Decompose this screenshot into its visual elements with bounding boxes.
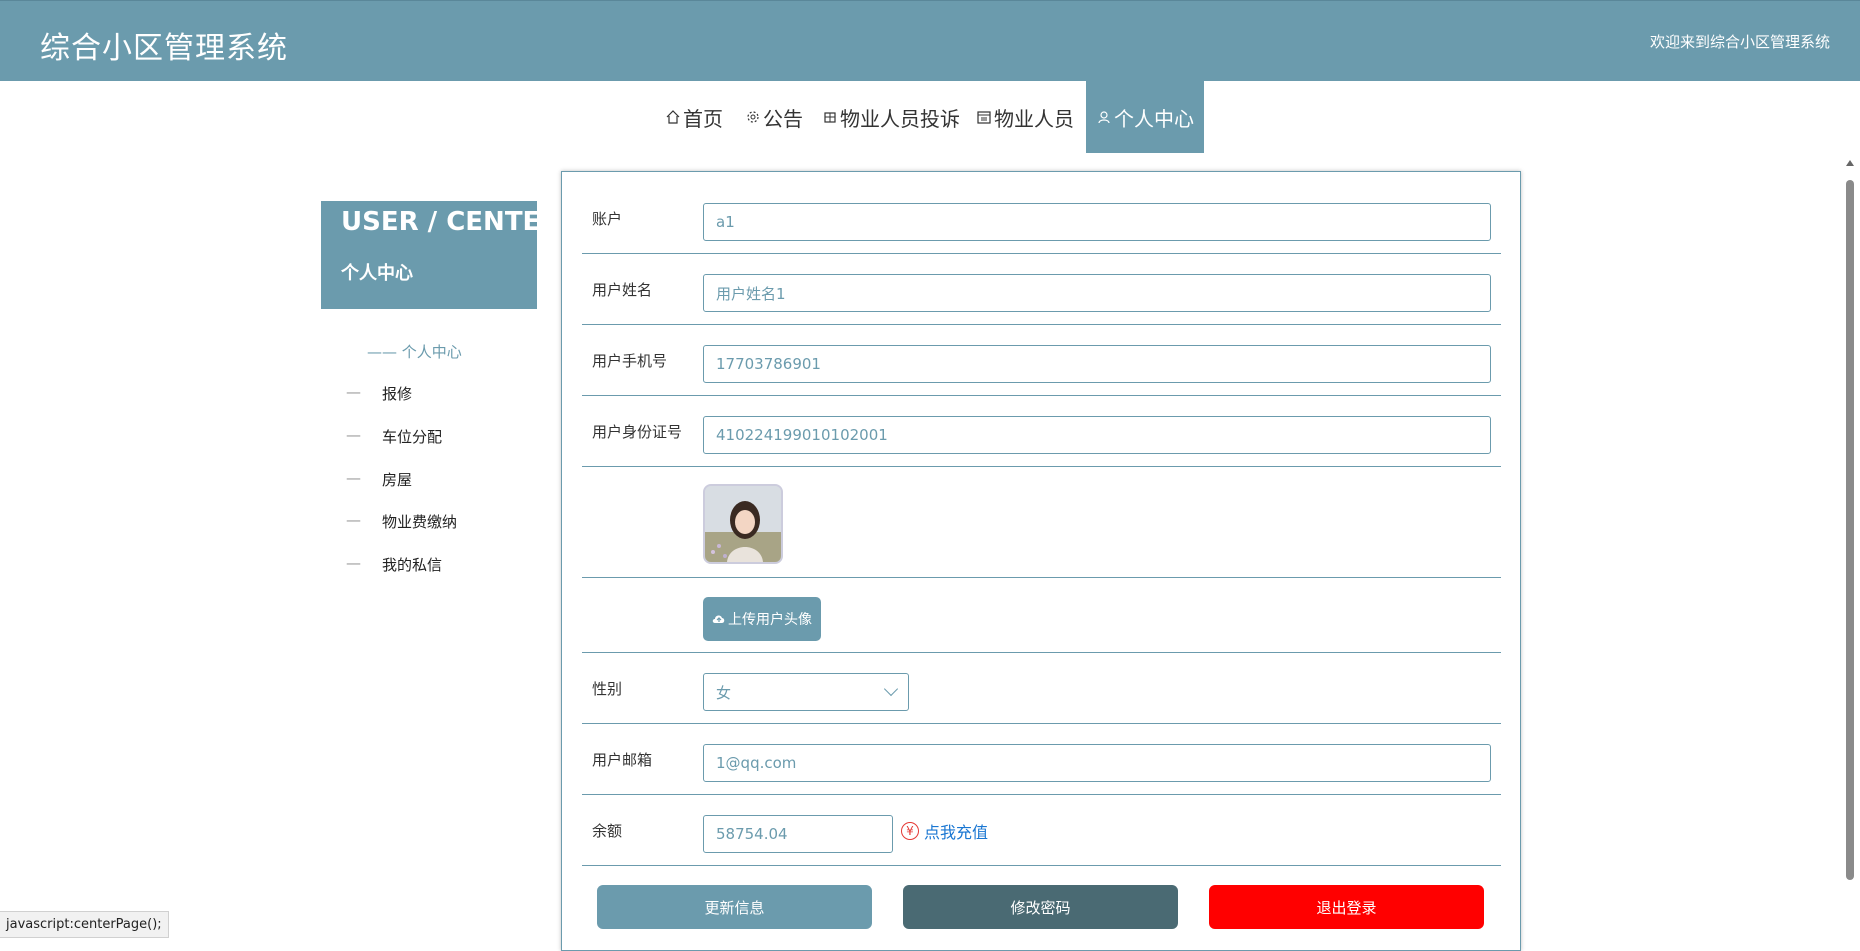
scrollbar-thumb[interactable]: [1846, 180, 1854, 880]
sidebar-item-house[interactable]: — 房屋: [321, 463, 537, 493]
avatar-image: [705, 486, 781, 562]
email-input[interactable]: 1@qq.com: [703, 744, 1491, 782]
sidebar-item-label: —— 个人中心: [367, 341, 462, 362]
sidebar-item-label: 我的私信: [382, 556, 443, 574]
user-icon: [1098, 111, 1110, 124]
sidebar-item-label: 房屋: [382, 471, 413, 489]
sidebar-item-dash: ——: [367, 343, 397, 361]
form-row-name: 用户姓名 用户姓名1: [582, 253, 1501, 325]
welcome-text: 欢迎来到综合小区管理系统: [1649, 33, 1830, 51]
box-icon: [824, 112, 836, 123]
sidebar-title-cn: 个人中心: [341, 263, 413, 284]
sidebar-item-dash: —: [346, 554, 361, 572]
form-row-avatar: [582, 466, 1501, 578]
app-title: 综合小区管理系统: [40, 31, 288, 66]
sidebar-item-label: 物业费缴纳: [382, 513, 458, 531]
nav-label-staff: 物业人员: [994, 106, 1074, 131]
nav-item-complaint[interactable]: 物业人员投诉: [822, 81, 960, 153]
page-scrollbar[interactable]: [1843, 160, 1857, 938]
user-info-panel: 账户 a1 用户姓名 用户姓名1 用户手机号 17703786901 用户身份证…: [561, 171, 1521, 951]
recharge-label: 点我充值: [924, 823, 989, 842]
recharge-link[interactable]: ¥ 点我充值: [901, 819, 988, 843]
account-input[interactable]: a1: [703, 203, 1491, 241]
nav-label-home: 首页: [683, 106, 723, 131]
nav-item-home[interactable]: 首页: [665, 81, 723, 153]
status-bar-link-preview: javascript:centerPage();: [0, 911, 169, 938]
change-password-button[interactable]: 修改密码: [903, 885, 1178, 929]
cloud-upload-icon: [712, 615, 725, 623]
form-row-email: 用户邮箱 1@qq.com: [582, 723, 1501, 795]
avatar: [703, 484, 783, 564]
sidebar-title-en: USER / CENTER: [341, 207, 561, 237]
upload-avatar-button[interactable]: 上传用户头像: [703, 597, 821, 641]
sidebar-item-user-center[interactable]: —— 个人中心: [321, 335, 537, 365]
phone-input[interactable]: 17703786901: [703, 345, 1491, 383]
nav-item-staff[interactable]: 物业人员: [976, 81, 1074, 153]
nav-label-complaint: 物业人员投诉: [840, 106, 960, 131]
sidebar-item-messages[interactable]: — 我的私信: [321, 548, 537, 578]
sidebar-header: USER / CENTER 个人中心: [321, 201, 560, 309]
scroll-up-icon[interactable]: [1846, 160, 1854, 166]
gender-select[interactable]: 女: [703, 673, 909, 711]
email-label: 用户邮箱: [592, 751, 653, 769]
balance-input[interactable]: 58754.04: [703, 815, 893, 853]
nav-label-user-center: 个人中心: [1114, 106, 1194, 131]
idcard-label: 用户身份证号: [592, 423, 683, 441]
app-header: 综合小区管理系统 欢迎来到综合小区管理系统: [0, 0, 1860, 81]
chevron-down-icon: [883, 681, 899, 697]
update-info-button[interactable]: 更新信息: [597, 885, 872, 929]
nav-item-notice[interactable]: 公告: [745, 81, 803, 153]
form-row-balance: 余额 58754.04 ¥ 点我充值: [582, 794, 1501, 866]
calendar-icon: [977, 111, 991, 124]
sidebar-item-dash: —: [346, 469, 361, 487]
nav-item-user-center[interactable]: 个人中心: [1086, 81, 1204, 153]
account-label: 账户: [592, 210, 623, 228]
sidebar-item-dash: —: [346, 511, 361, 529]
balance-label: 余额: [592, 822, 623, 840]
nav-label-notice: 公告: [763, 106, 803, 131]
name-input[interactable]: 用户姓名1: [703, 274, 1491, 312]
form-row-upload: 上传用户头像: [582, 577, 1501, 653]
logout-button[interactable]: 退出登录: [1209, 885, 1484, 929]
form-row-phone: 用户手机号 17703786901: [582, 324, 1501, 396]
sidebar-item-dash: —: [346, 426, 361, 444]
phone-label: 用户手机号: [592, 352, 668, 370]
form-row-idcard: 用户身份证号 410224199010102001: [582, 395, 1501, 467]
sidebar-item-parking[interactable]: — 车位分配: [321, 420, 537, 450]
name-label: 用户姓名: [592, 281, 653, 299]
bell-icon: [747, 111, 759, 123]
top-nav: 首页 公告 物业人员投诉 物业人员 个人中心: [0, 81, 1860, 153]
sidebar-item-label: 车位分配: [382, 428, 443, 446]
form-row-gender: 性别 女: [582, 652, 1501, 724]
gender-selected-value: 女: [716, 683, 732, 702]
sidebar-item-property-fee[interactable]: — 物业费缴纳: [321, 505, 537, 535]
idcard-input[interactable]: 410224199010102001: [703, 416, 1491, 454]
sidebar-item-repair[interactable]: — 报修: [321, 377, 537, 407]
upload-avatar-label: 上传用户头像: [728, 612, 812, 628]
sidebar-item-label: 报修: [382, 385, 413, 403]
sidebar-item-dash: —: [346, 383, 361, 401]
gender-label: 性别: [592, 680, 623, 698]
sidebar-item-text: 个人中心: [401, 343, 462, 361]
form-row-account: 账户 a1: [582, 172, 1501, 254]
home-icon: [666, 110, 680, 124]
yen-icon: ¥: [901, 822, 919, 840]
